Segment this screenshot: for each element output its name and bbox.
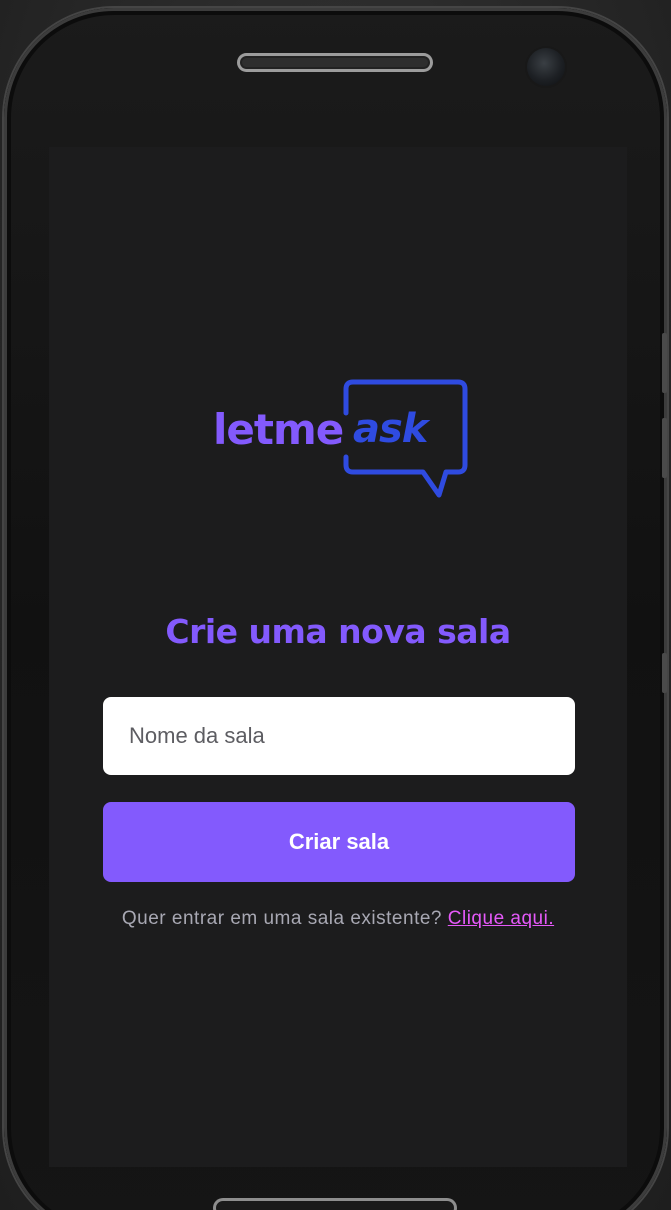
logo-ask-text: ask bbox=[353, 406, 428, 452]
join-room-link[interactable]: Clique aqui. bbox=[448, 908, 554, 929]
device-mockup: letme ask Crie uma nova sala Criar sala … bbox=[0, 0, 671, 1210]
page-title: Crie uma nova sala bbox=[165, 612, 511, 651]
create-room-button[interactable]: Criar sala bbox=[103, 802, 575, 882]
phone-speaker bbox=[237, 53, 433, 72]
room-name-input[interactable] bbox=[103, 697, 575, 775]
existing-room-prompt: Quer entrar em uma sala existente? Cliqu… bbox=[49, 908, 627, 930]
app-logo: letme ask bbox=[210, 377, 470, 507]
logo-letme-text: letme bbox=[213, 405, 344, 454]
front-camera bbox=[527, 48, 565, 86]
volume-button bbox=[662, 418, 667, 478]
existing-room-prompt-text: Quer entrar em uma sala existente? bbox=[121, 908, 442, 929]
power-button bbox=[662, 653, 667, 693]
app-screen: letme ask Crie uma nova sala Criar sala … bbox=[49, 147, 627, 1167]
phone-bottom-slot bbox=[213, 1198, 457, 1210]
volume-button bbox=[662, 333, 667, 393]
